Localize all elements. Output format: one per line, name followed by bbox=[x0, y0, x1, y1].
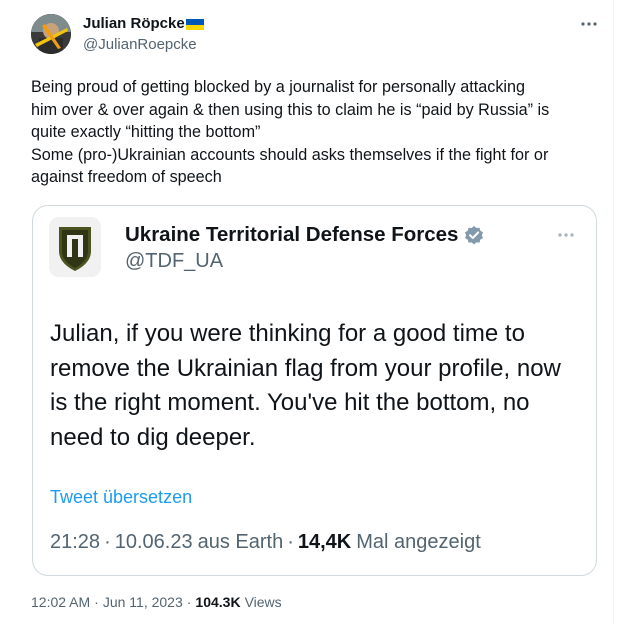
tweet-date[interactable]: Jun 11, 2023 bbox=[103, 593, 183, 611]
tweet-time[interactable]: 12:02 AM bbox=[31, 593, 90, 611]
quoted-tweet[interactable]: Ukraine Territorial Defense Forces @TDF_… bbox=[32, 205, 597, 576]
quoted-tweet-time[interactable]: 21:28 bbox=[50, 530, 100, 554]
quoted-author-avatar[interactable] bbox=[49, 217, 101, 277]
quoted-tweet-date[interactable]: 10.06.23 bbox=[115, 530, 193, 554]
quoted-views-count: 14,4K bbox=[297, 531, 352, 553]
author-name[interactable]: Julian Röpcke bbox=[83, 15, 204, 33]
quoted-author-handle[interactable]: @TDF_UA bbox=[125, 249, 223, 273]
quoted-more-icon[interactable] bbox=[555, 228, 577, 242]
quoted-tweet-meta: 21:28 · 10.06.23 aus Earth · 14,4K Mal a… bbox=[50, 530, 481, 554]
tweet-meta: 12:02 AM · Jun 11, 2023 · 104.3K Views bbox=[31, 593, 282, 611]
separator-dot: · bbox=[94, 594, 99, 610]
quoted-views-label: Mal angezeigt bbox=[356, 531, 481, 553]
views-count[interactable]: 104.3K bbox=[195, 593, 240, 611]
quoted-author-name[interactable]: Ukraine Territorial Defense Forces bbox=[125, 223, 484, 247]
tweet-text: Being proud of getting blocked by a jour… bbox=[31, 78, 550, 186]
author-avatar[interactable] bbox=[31, 14, 71, 54]
more-icon[interactable] bbox=[578, 14, 600, 34]
verified-badge-icon bbox=[464, 225, 484, 245]
views-label[interactable]: Views bbox=[241, 593, 282, 611]
quoted-tweet-text: Julian, if you were thinking for a good … bbox=[50, 320, 561, 451]
quoted-tweet-source: aus Earth bbox=[197, 531, 284, 553]
author-handle[interactable]: @JulianRoepcke bbox=[83, 36, 197, 54]
ukraine-flag-icon bbox=[185, 18, 204, 30]
separator-dot: · bbox=[287, 531, 294, 553]
tweet: Julian Röpcke @JulianRoepcke Being proud… bbox=[0, 0, 614, 624]
separator-dot: · bbox=[186, 594, 192, 610]
separator-dot: · bbox=[104, 531, 111, 553]
translate-tweet-link[interactable]: Tweet übersetzen bbox=[50, 486, 192, 508]
